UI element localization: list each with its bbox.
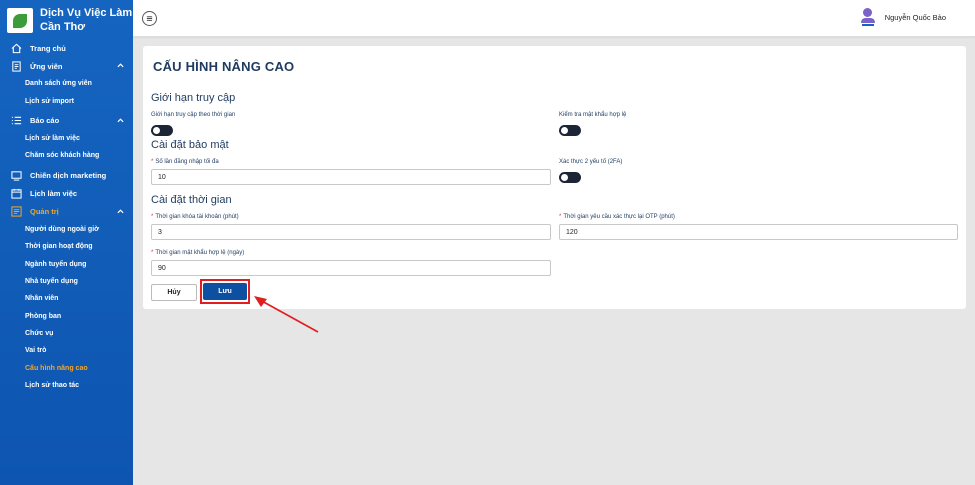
sidebar-item-label: Lịch làm việc (30, 189, 78, 199)
calendar-icon (11, 188, 22, 199)
password-check-toggle[interactable] (559, 125, 581, 136)
document-icon (11, 60, 22, 72)
save-button[interactable]: Lưu (203, 283, 247, 300)
section-title-access: Giới hạn truy cập (151, 92, 236, 104)
sidebar-item-nganh-tuyen-dung[interactable]: Ngành tuyển dụng (0, 255, 133, 272)
sidebar-item-lich-su-thao-tac[interactable]: Lịch sử thao tác (0, 377, 133, 394)
brand-name-line2: Cần Thơ (40, 21, 86, 33)
password-valid-label-text: Thời gian mật khẩu hợp lệ (ngày) (155, 250, 245, 256)
sidebar-item-nha-tuyen-dung[interactable]: Nhà tuyển dụng (0, 273, 133, 290)
settings-card: CẤU HÌNH NÂNG CAO Giới hạn truy cập Giới… (143, 46, 966, 309)
sidebar: Dịch Vụ Việc Làm Cần Thơ Trang chủ Ứng v… (0, 0, 133, 485)
sidebar-item-label: Chiến dịch marketing (30, 171, 107, 181)
sidebar-item-vai-tro[interactable]: Vai trò (0, 342, 133, 359)
sidebar-item-chuc-vu[interactable]: Chức vụ (0, 325, 133, 342)
admin-icon (11, 206, 22, 217)
sidebar-item-thoi-gian-hoat-dong[interactable]: Thời gian hoạt động (0, 238, 133, 255)
sidebar-item-label: Quản trị (30, 207, 59, 217)
otp-label: * Thời gian yêu cầu xác thực lại OTP (phú… (559, 214, 675, 220)
hamburger-icon (146, 16, 153, 21)
chevron-up-icon (117, 118, 124, 122)
sidebar-item-trang-chu[interactable]: Trang chủ (0, 39, 133, 57)
menu-toggle-button[interactable] (142, 11, 157, 26)
list-icon (11, 115, 22, 126)
sidebar-nav: Trang chủ Ứng viên Danh sách ứng viên Lị… (0, 39, 133, 394)
sidebar-item-lich-su-lam-viec[interactable]: Lịch sử làm việc (0, 130, 133, 147)
sidebar-item-label: Trang chủ (30, 43, 66, 53)
twofa-toggle[interactable] (559, 172, 581, 183)
twofa-label: Xác thực 2 yếu tố (2FA) (559, 159, 623, 165)
lock-time-label-text: Thời gian khóa tài khoản (phút) (155, 214, 239, 220)
sidebar-item-lich-su-import[interactable]: Lịch sử import (0, 92, 133, 109)
annotation-arrow-icon (254, 296, 319, 333)
time-limit-label: Giới hạn truy cập theo thời gian (151, 112, 236, 118)
user-name: Nguyễn Quốc Bảo (884, 12, 946, 22)
sidebar-item-chien-dich-marketing[interactable]: Chiến dịch marketing (0, 167, 133, 185)
sidebar-item-phong-ban[interactable]: Phòng ban (0, 308, 133, 325)
brand[interactable]: Dịch Vụ Việc Làm Cần Thơ (0, 0, 133, 37)
sidebar-item-quan-tri[interactable]: Quản trị (0, 203, 133, 221)
password-check-label: Kiểm tra mật khẩu hợp lệ (559, 112, 627, 118)
lock-time-input[interactable]: 3 (151, 224, 551, 240)
sidebar-item-ung-vien[interactable]: Ứng viên (0, 57, 133, 75)
top-bar: Nguyễn Quốc Bảo (133, 0, 975, 37)
sidebar-item-nhan-vien[interactable]: Nhân viên (0, 290, 133, 307)
section-title-security: Cài đặt bảo mật (151, 139, 229, 151)
password-valid-input[interactable]: 90 (151, 260, 551, 276)
sidebar-item-danh-sach-ung-vien[interactable]: Danh sách ứng viên (0, 75, 133, 92)
lock-time-label: * Thời gian khóa tài khoản (phút) (151, 214, 239, 220)
brand-logo (7, 8, 33, 33)
cancel-button[interactable]: Hủy (151, 284, 197, 301)
sidebar-item-cham-soc-khach-hang[interactable]: Chăm sóc khách hàng (0, 147, 133, 164)
section-title-time: Cài đặt thời gian (151, 194, 232, 206)
sidebar-item-bao-cao[interactable]: Báo cáo (0, 112, 133, 130)
campaign-icon (11, 170, 22, 181)
otp-label-text: Thời gian yêu cầu xác thực lại OTP (phút… (563, 214, 675, 220)
user-menu[interactable]: Nguyễn Quốc Bảo (860, 8, 946, 26)
brand-name-line1: Dịch Vụ Việc Làm (40, 7, 133, 19)
home-icon (11, 43, 22, 54)
max-login-label-text: Số lần đăng nhập tối đa (155, 159, 219, 165)
time-limit-toggle[interactable] (151, 125, 173, 136)
page-title: CẤU HÌNH NÂNG CAO (153, 59, 295, 74)
password-valid-label: * Thời gian mật khẩu hợp lệ (ngày) (151, 250, 245, 256)
sidebar-item-nguoi-dung-ngoai-gio[interactable]: Người dùng ngoài giờ (0, 221, 133, 238)
sidebar-item-cau-hinh-nang-cao[interactable]: Cấu hình nâng cao (0, 360, 133, 377)
user-avatar-icon (860, 8, 875, 26)
sidebar-item-label: Báo cáo (30, 116, 60, 126)
chevron-up-icon (117, 208, 124, 213)
otp-input[interactable]: 120 (559, 224, 958, 240)
chevron-up-icon (117, 63, 124, 68)
sidebar-item-lich-lam-viec[interactable]: Lịch làm việc (0, 185, 133, 203)
max-login-label: * Số lần đăng nhập tối đa (151, 159, 219, 165)
brand-name: Dịch Vụ Việc Làm Cần Thơ (40, 6, 132, 34)
sidebar-item-label: Ứng viên (30, 61, 63, 71)
max-login-input[interactable]: 10 (151, 169, 551, 185)
